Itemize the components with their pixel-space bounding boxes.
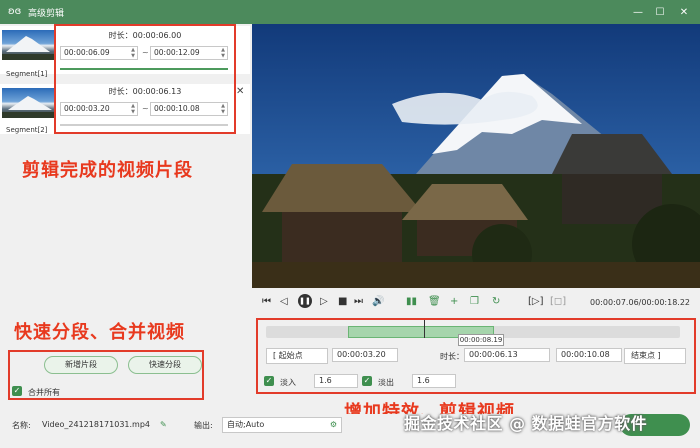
duration-value-field[interactable]: 00:00:06.13 xyxy=(464,348,550,362)
fade-out-checkbox[interactable]: ✓ xyxy=(362,376,372,386)
fade-in-checkbox[interactable]: ✓ xyxy=(264,376,274,386)
playback-controls: ⏮ ◁ ❚❚ ▷ ■ ⏭ 🔊 ▮▮ 🗑 + ❐ ↻ [▷] [◻] 00:00:… xyxy=(252,294,700,314)
segment-label: Segment[1] xyxy=(6,70,48,78)
trim-row: [ 起始点 00:00:03.20 时长： 00:00:06.13 00:00:… xyxy=(266,348,686,364)
trim-duration: 时长： xyxy=(440,352,464,361)
fade-in-value[interactable]: 1.6 xyxy=(314,374,358,388)
time-readout: 00:00:07.06/00:00:18.22 xyxy=(590,298,690,307)
add-icon[interactable]: + xyxy=(450,296,458,307)
segment-thumbnail xyxy=(2,30,54,60)
title-bar: ʚɞ 高级剪辑 — ☐ ✕ xyxy=(0,0,700,24)
pencil-icon[interactable]: ✎ xyxy=(160,420,167,429)
fade-in-label: 淡入 xyxy=(280,378,296,387)
quick-split-button[interactable]: 快速分段 xyxy=(128,356,202,374)
annotation-segments: 剪辑完成的视频片段 xyxy=(22,160,193,181)
reset-icon[interactable]: ↻ xyxy=(492,296,500,307)
add-segment-button[interactable]: 新增片段 xyxy=(44,356,118,374)
segment-label: Segment[2] xyxy=(6,126,48,134)
fade-out-label: 淡出 xyxy=(378,378,394,387)
rabbit-logo-icon: ʚɞ xyxy=(8,6,22,17)
window-title: 高级剪辑 xyxy=(28,8,65,19)
minimize-icon[interactable]: — xyxy=(626,0,650,24)
stop-icon[interactable]: ■ xyxy=(338,296,347,307)
merge-all-checkbox[interactable]: ✓ xyxy=(12,386,22,396)
start-point-button[interactable]: [ 起始点 xyxy=(266,348,328,364)
close-icon[interactable]: ✕ xyxy=(672,0,696,24)
copy-icon[interactable]: ❐ xyxy=(470,296,479,307)
split-icon[interactable]: ▮▮ xyxy=(406,296,417,307)
pause-icon[interactable]: ❚❚ xyxy=(298,294,312,308)
remove-segment-icon[interactable]: ✕ xyxy=(236,86,244,97)
file-name: Video_241218171031.mp4 xyxy=(42,420,150,429)
segment-thumbnail xyxy=(2,88,54,118)
watermark: 掘金技术社区 @ 数据蛙官方软件 xyxy=(404,414,648,433)
maximize-icon[interactable]: ☐ xyxy=(648,0,672,24)
highlight-box xyxy=(54,24,236,134)
end-value-field[interactable]: 00:00:10.08 xyxy=(556,348,622,362)
gear-icon[interactable]: ⚙ xyxy=(330,418,337,432)
fade-out-value[interactable]: 1.6 xyxy=(412,374,456,388)
frame-forward-icon[interactable]: [▷] xyxy=(528,296,544,307)
playhead[interactable] xyxy=(424,320,425,338)
skip-start-icon[interactable]: ⏮ xyxy=(262,296,271,307)
timeline-tooltip: 00:00:08.19 xyxy=(458,334,504,346)
frame-back-icon[interactable]: [◻] xyxy=(550,296,566,307)
delete-icon[interactable]: 🗑 xyxy=(428,296,441,307)
skip-end-icon[interactable]: ⏭ xyxy=(354,296,363,307)
name-label: 名称: xyxy=(12,421,31,430)
merge-all-label: 合并所有 xyxy=(28,388,60,397)
start-value-field[interactable]: 00:00:03.20 xyxy=(332,348,398,362)
output-label: 输出: xyxy=(194,421,213,430)
video-preview[interactable] xyxy=(252,24,700,288)
next-frame-icon[interactable]: ▷ xyxy=(320,296,328,307)
volume-icon[interactable]: 🔊 xyxy=(372,296,384,307)
annotation-split-merge: 快速分段、合并视频 xyxy=(14,322,185,343)
prev-frame-icon[interactable]: ◁ xyxy=(280,296,288,307)
end-point-button[interactable]: 结束点 ] xyxy=(624,348,686,364)
output-select[interactable]: 自动;Auto ⚙ xyxy=(222,417,342,433)
